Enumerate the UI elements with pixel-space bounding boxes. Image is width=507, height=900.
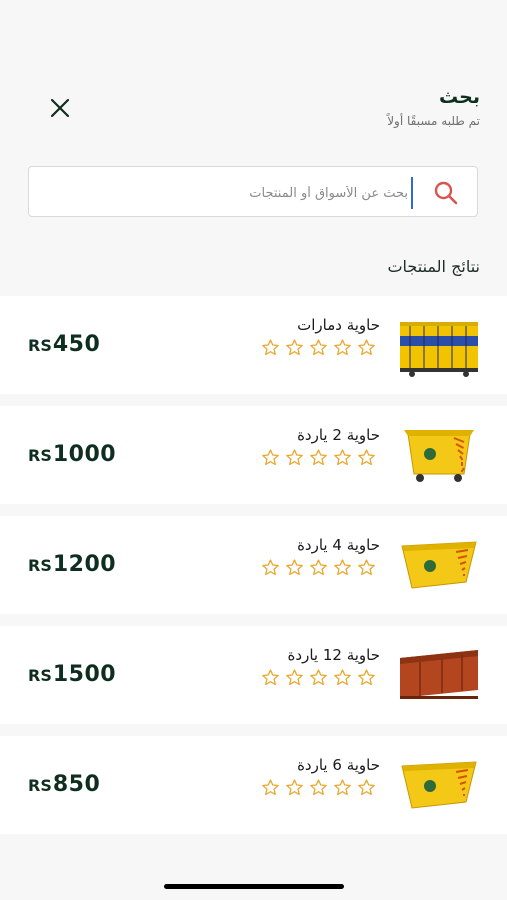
product-card[interactable]: حاوية 6 ياردة RS 850 (0, 736, 507, 834)
product-image (398, 420, 480, 490)
star-icon (357, 338, 376, 357)
star-icon (333, 558, 352, 577)
close-icon (50, 98, 70, 118)
star-icon (357, 778, 376, 797)
close-button[interactable] (44, 92, 76, 124)
product-image (398, 640, 480, 710)
rating-stars (261, 448, 376, 467)
product-image (398, 310, 480, 380)
rating-stars (261, 778, 376, 797)
rating-stars (261, 558, 376, 577)
product-name: حاوية 2 ياردة (297, 426, 380, 444)
star-icon (357, 558, 376, 577)
star-icon (309, 448, 328, 467)
star-icon (333, 338, 352, 357)
product-name: حاوية 12 ياردة (287, 646, 380, 664)
price-amount: 1000 (52, 442, 117, 467)
star-icon (261, 668, 280, 687)
product-card[interactable]: حاوية 12 ياردة RS 1500 (0, 626, 507, 724)
currency-label: RS (28, 666, 52, 685)
page-title: بحث (439, 86, 480, 108)
star-icon (261, 558, 280, 577)
star-icon (333, 778, 352, 797)
star-icon (261, 338, 280, 357)
star-icon (309, 558, 328, 577)
product-image (398, 530, 480, 600)
star-icon (357, 448, 376, 467)
product-card[interactable]: حاوية دمارات RS 450 (0, 296, 507, 394)
currency-label: RS (28, 556, 52, 575)
product-price: RS 450 (28, 332, 100, 357)
star-icon (309, 668, 328, 687)
star-icon (285, 448, 304, 467)
star-icon (357, 668, 376, 687)
star-icon (309, 778, 328, 797)
star-icon (285, 338, 304, 357)
product-name: حاوية 4 ياردة (297, 536, 380, 554)
search-icon[interactable] (433, 180, 459, 206)
product-price: RS 1000 (28, 442, 116, 467)
product-price: RS 850 (28, 772, 100, 797)
header: بحث تم طلبه مسبقًا أولاً (0, 0, 507, 150)
product-price: RS 1500 (28, 662, 116, 687)
price-amount: 450 (52, 332, 101, 357)
product-image (398, 750, 480, 820)
currency-label: RS (28, 336, 52, 355)
search-bar[interactable] (28, 166, 478, 217)
currency-label: RS (28, 446, 52, 465)
star-icon (333, 668, 352, 687)
star-icon (285, 558, 304, 577)
star-icon (261, 448, 280, 467)
star-icon (285, 778, 304, 797)
star-icon (285, 668, 304, 687)
product-card[interactable]: حاوية 2 ياردة RS 1000 (0, 406, 507, 504)
rating-stars (261, 668, 376, 687)
product-name: حاوية دمارات (297, 316, 380, 334)
page-subtitle: تم طلبه مسبقًا أولاً (387, 114, 480, 128)
price-amount: 850 (52, 772, 101, 797)
currency-label: RS (28, 776, 52, 795)
results-heading: نتائج المنتجات (387, 257, 480, 276)
star-icon (333, 448, 352, 467)
price-amount: 1500 (52, 662, 117, 687)
price-amount: 1200 (52, 552, 117, 577)
product-name: حاوية 6 ياردة (297, 756, 380, 774)
star-icon (309, 338, 328, 357)
rating-stars (261, 338, 376, 357)
search-input[interactable] (76, 177, 413, 209)
star-icon (261, 778, 280, 797)
product-card[interactable]: حاوية 4 ياردة RS 1200 (0, 516, 507, 614)
home-indicator (164, 884, 344, 889)
product-price: RS 1200 (28, 552, 116, 577)
